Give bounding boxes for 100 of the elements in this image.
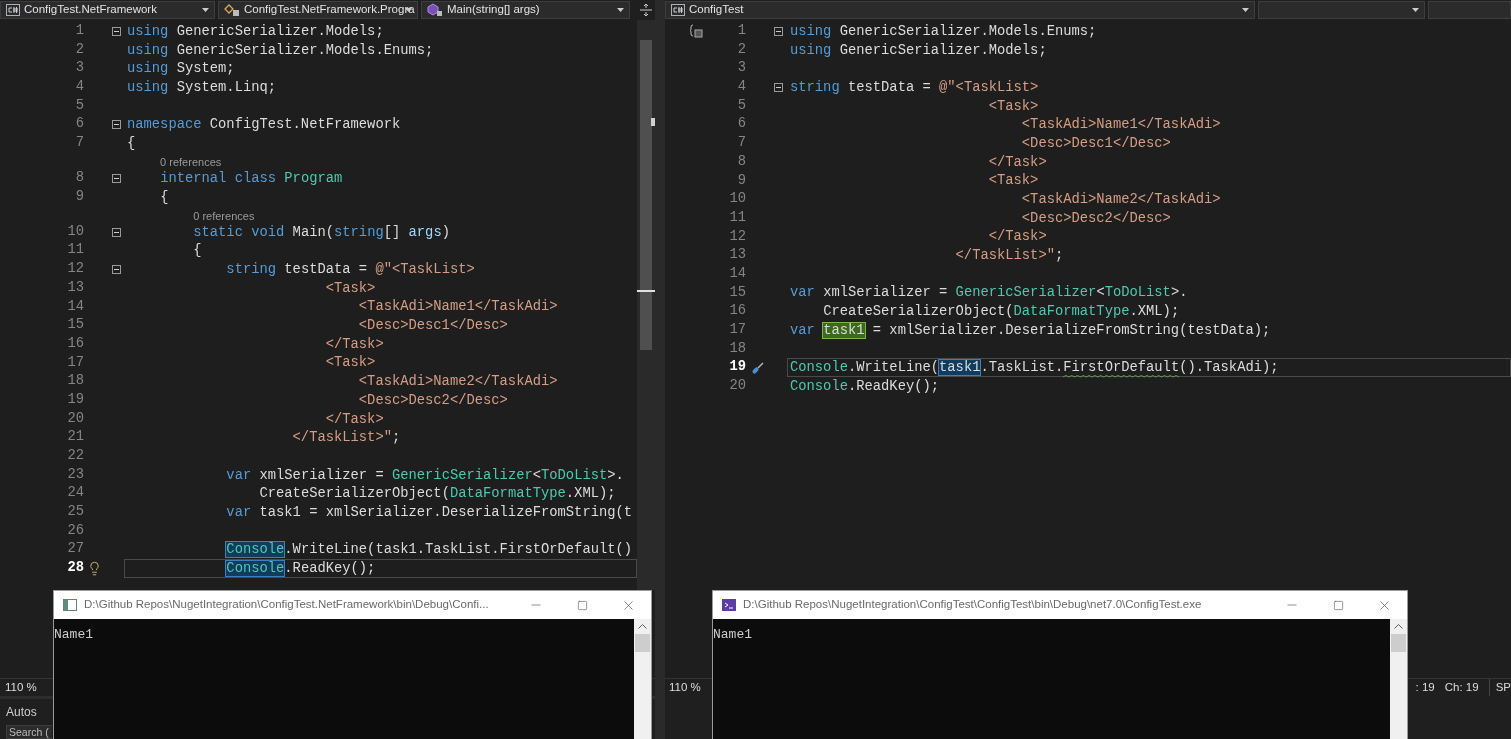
line-number: 13 xyxy=(66,278,84,297)
line-number: 9 xyxy=(736,171,746,190)
code-line: <Desc>Desc2</Desc> xyxy=(1020,210,1171,226)
line-number: 15 xyxy=(728,283,746,302)
collapse-icon[interactable] xyxy=(774,26,783,36)
line-number: 11 xyxy=(728,208,746,227)
code-line: </Task> xyxy=(324,411,384,427)
line-number: 6 xyxy=(736,115,746,134)
dropdown[interactable]: ConfigTest xyxy=(665,1,1255,19)
code-line: Console.ReadKey(); xyxy=(225,561,376,576)
line-number: 22 xyxy=(66,447,84,466)
scroll-thumb[interactable] xyxy=(640,40,652,350)
code-line: internal class Program xyxy=(159,170,343,186)
scroll-thumb[interactable] xyxy=(1391,634,1406,652)
collapse-icon[interactable] xyxy=(774,82,783,92)
code-line: </Task> xyxy=(987,229,1047,245)
line-number: 14 xyxy=(66,297,84,316)
code-line: var xmlSerializer = GenericSerializer<ToDoList>. xyxy=(790,285,1188,301)
braces-icon[interactable] xyxy=(689,24,703,39)
line-number: 3 xyxy=(74,59,84,78)
line-number: 5 xyxy=(736,96,746,115)
code-line: Console.WriteLine(task1.TaskList.FirstOrDefault() xyxy=(225,542,633,558)
code-line: namespace ConfigTest.NetFramework xyxy=(127,117,401,133)
maximize-icon xyxy=(576,599,588,611)
scrollbar[interactable] xyxy=(1390,619,1407,739)
code-line: <Task> xyxy=(987,173,1039,189)
scroll-up-icon[interactable] xyxy=(1394,624,1403,629)
collapse-icon[interactable] xyxy=(112,26,121,36)
scrollbar[interactable] xyxy=(634,619,651,739)
line-number: 9 xyxy=(74,187,84,206)
code-line: { xyxy=(159,189,169,205)
line-number: 5 xyxy=(74,96,84,115)
code-line: <TaskAdi>Name2</TaskAdi> xyxy=(1020,192,1221,208)
line-number: 28 xyxy=(66,559,84,578)
file-type-icon xyxy=(671,4,685,16)
line-number: 25 xyxy=(66,503,84,522)
dropdown[interactable]: ConfigTest.NetFramework.Progra xyxy=(218,1,418,19)
zoom-dropdown[interactable]: 110 % xyxy=(0,678,42,697)
class-icon xyxy=(224,3,240,17)
code-line: </TaskList>"; xyxy=(291,430,401,446)
code-line: static void Main(string[] args) xyxy=(192,224,450,240)
line-number: 11 xyxy=(66,241,84,260)
scrollbar[interactable] xyxy=(637,20,655,590)
code-line: using GenericSerializer.Models; xyxy=(127,23,384,39)
code-line: <Task> xyxy=(987,98,1039,114)
dropdown[interactable] xyxy=(1428,1,1511,19)
code-lens[interactable]: 0 references xyxy=(193,208,255,223)
maximize-icon xyxy=(1332,599,1344,611)
code-line: Console.ReadKey(); xyxy=(790,378,940,394)
scroll-up-icon[interactable] xyxy=(638,624,647,629)
line-number: 10 xyxy=(66,222,84,241)
lightbulb-icon[interactable] xyxy=(87,561,102,576)
line-number: 24 xyxy=(66,484,84,503)
line-number: 7 xyxy=(736,134,746,153)
line-number: 10 xyxy=(728,190,746,209)
dropdown[interactable] xyxy=(1258,1,1425,19)
split-window-icon[interactable] xyxy=(639,3,653,17)
dropdown[interactable]: ConfigTest.NetFramework xyxy=(0,1,215,19)
window-title: D:\Github Repos\NugetIntegration\ConfigTest.NetFramework\bin\Debug\Confi... xyxy=(84,597,490,613)
status-item: Ch: 19 xyxy=(1444,679,1480,695)
code-line: </Task> xyxy=(324,336,384,352)
code-line: <Desc>Desc1</Desc> xyxy=(357,318,508,334)
collapse-icon[interactable] xyxy=(112,120,121,130)
panel-title: Autos xyxy=(6,705,38,719)
window-icon xyxy=(63,599,77,611)
scroll-thumb[interactable] xyxy=(635,634,650,652)
line-number: 8 xyxy=(74,169,84,188)
code-line: <Desc>Desc2</Desc> xyxy=(357,392,508,408)
code-line: <Task> xyxy=(324,355,376,371)
line-number: 17 xyxy=(66,353,84,372)
line-number: 3 xyxy=(736,59,746,78)
scroll-marker xyxy=(651,118,655,126)
line-number: 2 xyxy=(736,40,746,59)
line-number: 17 xyxy=(728,321,746,339)
search-field[interactable]: Search ( xyxy=(6,725,52,739)
line-number: 6 xyxy=(74,115,84,134)
line-number: 1 xyxy=(74,22,84,40)
line-number: 23 xyxy=(66,465,84,484)
line-number: 26 xyxy=(66,521,84,540)
line-number: 19 xyxy=(66,390,84,409)
code-line: <TaskAdi>Name2</TaskAdi> xyxy=(357,374,558,390)
code-line: <TaskAdi>Name1</TaskAdi> xyxy=(357,299,558,315)
code-lens[interactable]: 0 references xyxy=(160,155,222,170)
line-number: 8 xyxy=(736,152,746,171)
file-type-icon xyxy=(6,4,20,16)
line-number: 16 xyxy=(728,302,746,321)
line-number: 1 xyxy=(736,22,746,40)
collapse-icon[interactable] xyxy=(112,227,121,237)
code-line: using GenericSerializer.Models; xyxy=(790,42,1047,58)
zoom-dropdown[interactable]: 110 % xyxy=(665,678,705,697)
console-output: Name1 xyxy=(54,627,93,642)
line-number: 4 xyxy=(736,78,746,97)
status-item: : 19 xyxy=(1415,679,1436,695)
collapse-icon[interactable] xyxy=(112,173,121,183)
code-line: { xyxy=(127,135,136,151)
collapse-icon[interactable] xyxy=(112,265,121,274)
line-number: 21 xyxy=(66,428,84,447)
terminal-icon xyxy=(722,599,736,611)
dropdown[interactable]: Main(string[] args) xyxy=(421,1,630,19)
line-number: 16 xyxy=(66,334,84,353)
